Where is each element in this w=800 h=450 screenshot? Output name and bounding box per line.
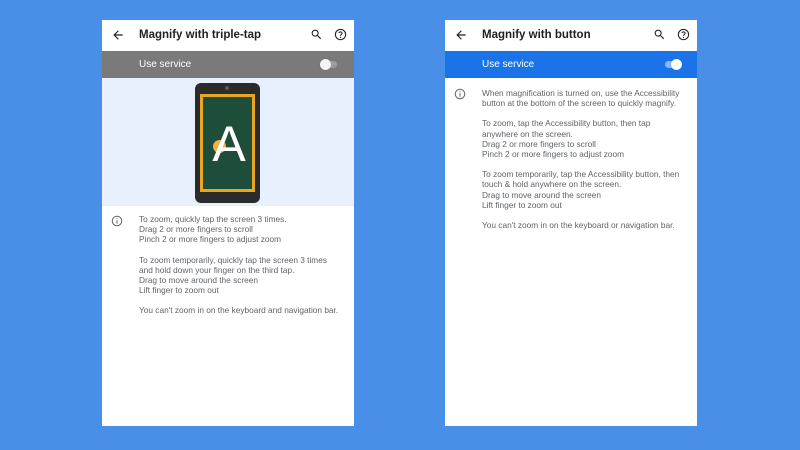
info-paragraph: When magnification is turned on, use the… [482, 88, 689, 108]
use-service-toggle[interactable] [663, 59, 682, 70]
settings-panel-button: Magnify with button Use service When mag… [445, 20, 697, 426]
info-line: and hold down your finger on the third t… [139, 264, 295, 275]
info-line: You can't zoom in on the keyboard and na… [139, 305, 339, 316]
help-icon[interactable] [334, 28, 347, 41]
info-line: Drag 2 or more fingers to scroll [482, 138, 596, 149]
info-paragraph: You can't zoom in on the keyboard or nav… [482, 220, 689, 230]
magnified-letter: A [212, 116, 246, 172]
page-title: Magnify with triple-tap [139, 29, 262, 41]
info-line: Drag 2 or more fingers to scroll [139, 224, 253, 235]
phone-illustration: A [195, 83, 260, 203]
info-line: anywhere on the screen. [482, 128, 573, 139]
arrow-back-icon[interactable] [454, 28, 468, 42]
use-service-label: Use service [139, 59, 192, 70]
info-line: To zoom, tap the Accessibility button, t… [482, 118, 651, 129]
info-line: Pinch 2 or more fingers to adjust zoom [482, 149, 625, 160]
toggle-knob [320, 59, 331, 70]
use-service-label: Use service [482, 59, 535, 70]
info-paragraph: To zoom temporarily, tap the Accessibili… [482, 169, 689, 210]
phone-screen: A [200, 94, 255, 192]
phone-camera [225, 86, 229, 90]
triple-tap-illustration: A [102, 78, 354, 206]
info-line: To zoom temporarily, tap the Accessibili… [482, 169, 680, 180]
app-bar: Magnify with button [445, 20, 697, 51]
search-icon[interactable] [653, 28, 666, 41]
info-paragraph: To zoom temporarily, quickly tap the scr… [139, 255, 346, 296]
search-icon[interactable] [310, 28, 323, 41]
info-paragraph: You can't zoom in on the keyboard and na… [139, 305, 346, 315]
info-line: Drag to move around the screen [482, 189, 601, 200]
help-icon[interactable] [677, 28, 690, 41]
toggle-knob [671, 59, 682, 70]
info-line: To zoom, quickly tap the screen 3 times. [139, 214, 287, 224]
use-service-row[interactable]: Use service [102, 51, 354, 78]
app-bar: Magnify with triple-tap [102, 20, 354, 51]
info-line: Drag to move around the screen [139, 275, 258, 286]
settings-panel-triple-tap: Magnify with triple-tap Use service A To… [102, 20, 354, 426]
info-line: Pinch 2 or more fingers to adjust zoom [139, 234, 282, 245]
arrow-back-icon[interactable] [111, 28, 125, 42]
info-section: To zoom, quickly tap the screen 3 times.… [102, 206, 354, 316]
info-section: When magnification is turned on, use the… [445, 78, 697, 230]
info-line: When magnification is turned on, use the… [482, 88, 680, 98]
page-title: Magnify with button [482, 29, 591, 41]
info-icon [454, 88, 466, 100]
info-line: You can't zoom in on the keyboard or nav… [482, 220, 675, 231]
info-paragraph: To zoom, tap the Accessibility button, t… [482, 118, 689, 159]
chalkboard: A [203, 97, 252, 189]
info-line: button at the bottom of the screen to qu… [482, 98, 677, 109]
info-paragraph: To zoom, quickly tap the screen 3 times.… [139, 214, 346, 245]
info-line: To zoom temporarily, quickly tap the scr… [139, 254, 327, 265]
info-line: Lift finger to zoom out [482, 199, 562, 210]
info-icon [111, 215, 123, 227]
info-line: touch & hold anywhere on the screen. [482, 179, 622, 190]
use-service-row[interactable]: Use service [445, 51, 697, 78]
use-service-toggle[interactable] [320, 59, 338, 70]
info-line: Lift finger to zoom out [139, 285, 219, 296]
